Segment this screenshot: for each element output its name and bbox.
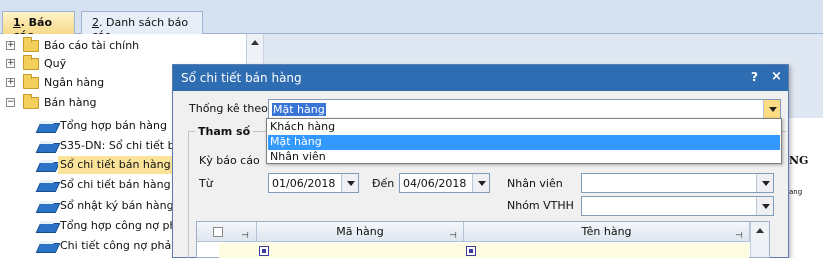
ky-bao-cao-label: Kỳ báo cáo (199, 154, 260, 167)
tree-folder-label: Báo cáo tài chính (44, 39, 140, 52)
book-icon (38, 180, 56, 191)
tree-report-label: Tổng hợp bán hàng (60, 119, 167, 132)
chevron-down-icon[interactable] (756, 197, 773, 215)
column-header-label: Mã hàng (336, 225, 384, 238)
tu-date-value: 01/06/2018 (272, 177, 336, 190)
book-icon (38, 121, 56, 132)
table-row[interactable] (219, 243, 749, 258)
chevron-down-icon[interactable] (756, 174, 773, 192)
tree-report-label: Sổ chi tiết bán hàng (58, 156, 173, 174)
expand-icon[interactable]: + (6, 41, 15, 50)
thong-ke-theo-select[interactable]: Mặt hàng (268, 99, 781, 119)
tab-number: 2 (92, 16, 99, 29)
nhan-vien-select[interactable] (581, 173, 774, 193)
tree-folder-label: Bán hàng (44, 96, 97, 109)
thong-ke-theo-dropdown[interactable]: Khách hàng Mặt hàng Nhân viên (266, 118, 782, 164)
tham-so-title: Tham số (195, 125, 254, 138)
tree-folder-label: Ngân hàng (44, 76, 105, 89)
tab-bao-cao[interactable]: 1. Báo cáo (2, 11, 75, 42)
tree-folder-bao-cao-tai-chinh[interactable]: + Báo cáo tài chính (6, 37, 246, 55)
grid-column-ma-hang[interactable]: Mã hàng ⊣ (257, 222, 464, 242)
row-checkbox[interactable] (259, 246, 269, 256)
grid-scrollbar[interactable] (750, 222, 769, 257)
den-date-picker[interactable]: 04/06/2018 (399, 173, 490, 193)
tree-report-label: Sổ nhật ký bán hàng (60, 199, 174, 212)
dialog-title: Sổ chi tiết bán hàng (181, 71, 302, 85)
close-icon[interactable]: × (771, 69, 782, 84)
help-icon[interactable]: ? (751, 70, 758, 84)
den-date-value: 04/06/2018 (403, 177, 467, 190)
tree-folder-label: Quỹ (44, 57, 67, 70)
nhom-vthh-select[interactable] (581, 196, 774, 216)
chevron-down-icon[interactable] (341, 174, 358, 192)
folder-icon (23, 37, 39, 52)
book-icon (38, 201, 56, 212)
expand-icon[interactable]: + (6, 59, 15, 68)
preview-heading-fragment: NG (789, 154, 809, 167)
book-icon (38, 160, 56, 171)
option-khach-hang[interactable]: Khách hàng (268, 120, 780, 135)
chevron-down-icon[interactable] (763, 100, 780, 118)
item-grid: ⊣ Mã hàng ⊣ Tên hàng ⊣ (196, 221, 770, 258)
column-header-label: Tên hàng (581, 225, 632, 238)
tu-date-picker[interactable]: 01/06/2018 (268, 173, 359, 193)
chevron-down-icon[interactable] (472, 174, 489, 192)
folder-icon (23, 74, 39, 89)
collapse-icon[interactable]: − (6, 98, 15, 107)
tu-label: Từ (199, 177, 213, 190)
option-mat-hang[interactable]: Mặt hàng (268, 135, 780, 150)
select-all-checkbox[interactable] (213, 227, 223, 237)
report-tab-bar: 1. Báo cáo 2. Danh sách báo cáo (0, 0, 823, 42)
row-checkbox[interactable] (466, 246, 476, 256)
book-icon (38, 141, 56, 152)
option-nhan-vien[interactable]: Nhân viên (268, 150, 780, 165)
den-label: Đến (372, 177, 395, 190)
tree-report-label: S35-DN: Sổ chi tiết bán (60, 139, 189, 152)
dialog-titlebar[interactable]: Sổ chi tiết bán hàng ? × (173, 65, 788, 91)
preview-text-fragment: ang (789, 188, 803, 196)
folder-icon (23, 55, 39, 70)
thong-ke-theo-value: Mặt hàng (272, 103, 326, 116)
expand-icon[interactable]: + (6, 78, 15, 87)
grid-select-header[interactable]: ⊣ (197, 222, 257, 242)
report-preview-page: NG ang (784, 118, 823, 258)
thong-ke-theo-label: Thống kê theo (189, 102, 268, 115)
tab-danh-sach-bao-cao[interactable]: 2. Danh sách báo cáo (81, 11, 203, 42)
scroll-up-icon[interactable] (251, 40, 259, 45)
tab-number: 1 (13, 16, 21, 29)
nhan-vien-label: Nhân viên (507, 177, 563, 190)
folder-open-icon (23, 94, 39, 109)
book-icon (38, 221, 56, 232)
book-icon (38, 241, 56, 252)
grid-column-ten-hang[interactable]: Tên hàng ⊣ (464, 222, 750, 242)
nhom-vthh-label: Nhóm VTHH (507, 199, 574, 212)
